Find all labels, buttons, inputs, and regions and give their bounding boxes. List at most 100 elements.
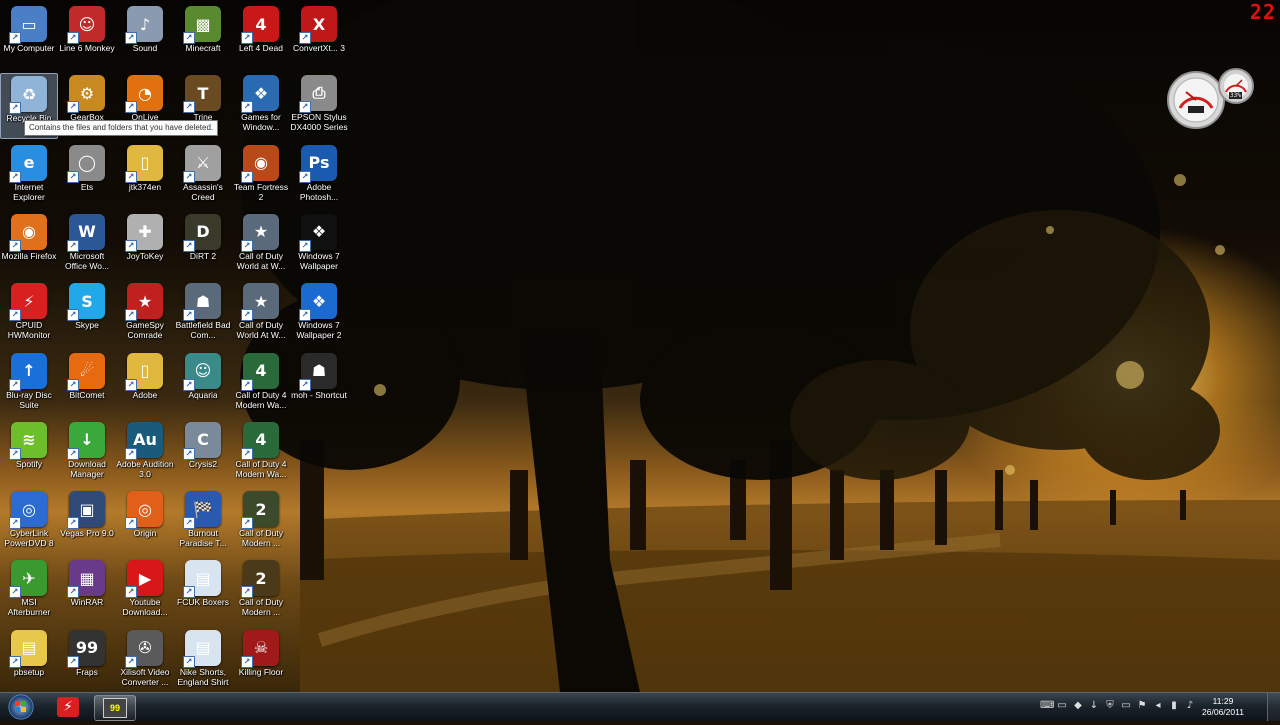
desktop-icon[interactable]: ▯ ↗ jtk374en bbox=[116, 143, 174, 209]
document-icon: ▤ ↗ bbox=[183, 560, 221, 599]
desktop-icon-label: Call of Duty Modern ... bbox=[239, 528, 283, 549]
desktop-icon[interactable]: Ps ↗ Adobe Photosh... bbox=[290, 143, 348, 209]
desktop-icon[interactable]: 99 ↗ Fraps bbox=[58, 628, 116, 694]
desktop-icon[interactable]: ▩ ↗ Minecraft bbox=[174, 4, 232, 70]
desktop-icon[interactable]: Au ↗ Adobe Audition 3.0 bbox=[116, 420, 174, 486]
shortcut-arrow-icon: ↗ bbox=[241, 517, 253, 530]
desktop-icon[interactable]: ☄ ↗ BitComet bbox=[58, 351, 116, 417]
desktop-icon[interactable]: 4 ↗ Call of Duty 4 Modern Wa... bbox=[232, 420, 290, 486]
download-icon[interactable]: ↓ bbox=[1088, 699, 1100, 713]
memory-value: 33% bbox=[1229, 92, 1242, 99]
volume-icon[interactable]: ♪ bbox=[1184, 699, 1196, 713]
shortcut-arrow-icon: ↗ bbox=[67, 517, 79, 530]
keyboard-icon[interactable]: ⌨ bbox=[1040, 699, 1054, 713]
desktop-icon[interactable]: ▣ ↗ Vegas Pro 9.0 bbox=[58, 489, 116, 555]
desktop-icon[interactable]: ↑ ↗ Blu-ray Disc Suite bbox=[0, 351, 58, 417]
desktop-icon[interactable]: 🏁 ↗ Burnout Paradise T... bbox=[174, 489, 232, 555]
cod4-icon: 4 ↗ bbox=[241, 421, 279, 460]
speaker-icon[interactable]: ◂ bbox=[1152, 699, 1164, 713]
app-icon[interactable]: ◆ bbox=[1072, 699, 1084, 713]
desktop-icon-label: Vegas Pro 9.0 bbox=[60, 528, 114, 539]
desktop-icon[interactable]: ▦ ↗ WinRAR bbox=[58, 558, 116, 624]
desktop-icon[interactable]: ▤ ↗ pbsetup bbox=[0, 628, 58, 694]
desktop-icon[interactable]: ❖ ↗ Windows 7 Wallpaper 2 bbox=[290, 281, 348, 347]
desktop-icon[interactable]: ☺ ↗ Aquaria bbox=[174, 351, 232, 417]
desktop-icon[interactable]: 2 ↗ Call of Duty Modern ... bbox=[232, 489, 290, 555]
desktop-icon-label: Fraps bbox=[76, 666, 98, 677]
desktop-icon[interactable]: ▯ ↗ Adobe bbox=[116, 351, 174, 417]
desktop-icon[interactable]: ★ ↗ Call of Duty World At W... bbox=[232, 281, 290, 347]
desktop-icon[interactable]: D ↗ DiRT 2 bbox=[174, 212, 232, 278]
desktop-icon[interactable]: ◉ ↗ Team Fortress 2 bbox=[232, 143, 290, 209]
vegas-icon: ▣ ↗ bbox=[67, 491, 105, 530]
desktop-icon[interactable]: X ↗ ConvertXt... 3 bbox=[290, 4, 348, 70]
battery-icon[interactable]: ▮ bbox=[1168, 699, 1180, 713]
show-desktop-button[interactable] bbox=[1267, 693, 1280, 721]
trine-icon: T ↗ bbox=[183, 75, 221, 114]
desktop-icon[interactable]: ♪ ↗ Sound bbox=[116, 4, 174, 70]
desktop-icon[interactable]: ▤ ↗ Nike Shorts, England Shirt bbox=[174, 628, 232, 694]
audition-icon: Au ↗ bbox=[125, 421, 163, 460]
desktop-icon-label: Spotify bbox=[16, 458, 42, 469]
flag-icon[interactable]: ⚑ bbox=[1136, 699, 1148, 713]
start-button[interactable] bbox=[4, 694, 38, 720]
assassins-creed-icon: ⚔ ↗ bbox=[183, 144, 221, 183]
shortcut-arrow-icon: ↗ bbox=[125, 170, 137, 183]
onlive-icon: ◔ ↗ bbox=[125, 75, 163, 114]
desktop-icon[interactable]: ☺ ↗ Line 6 Monkey bbox=[58, 4, 116, 70]
battlefield-icon: ☗ ↗ bbox=[183, 283, 221, 322]
desktop-icon[interactable]: ☗ ↗ moh - Shortcut bbox=[290, 351, 348, 417]
desktop-icon[interactable]: ⚡ ↗ CPUID HWMonitor bbox=[0, 281, 58, 347]
desktop-icon[interactable]: ❖ ↗ Windows 7 Wallpaper bbox=[290, 212, 348, 278]
desktop-icon[interactable]: 4 ↗ Call of Duty 4 Modern Wa... bbox=[232, 351, 290, 417]
installer-icon: ▤ ↗ bbox=[9, 629, 47, 668]
taskbar-hwmonitor-button[interactable]: ⚡ bbox=[48, 695, 88, 719]
desktop-icon[interactable]: ≋ ↗ Spotify bbox=[0, 420, 58, 486]
desktop-icon-label: Windows 7 Wallpaper 2 bbox=[296, 320, 342, 341]
desktop-icon[interactable]: ▭ ↗ My Computer bbox=[0, 4, 58, 70]
desktop-icon[interactable]: 2 ↗ Call of Duty Modern ... bbox=[232, 558, 290, 624]
desktop-icon[interactable]: ✚ ↗ JoyToKey bbox=[116, 212, 174, 278]
desktop-icon-label: CPUID HWMonitor bbox=[7, 320, 51, 341]
desktop-icon[interactable]: S ↗ Skype bbox=[58, 281, 116, 347]
shortcut-arrow-icon: ↗ bbox=[9, 655, 21, 668]
desktop-icon[interactable]: ❖ ↗ Games for Window... bbox=[232, 73, 290, 139]
hwmonitor-icon: ⚡ ↗ bbox=[9, 283, 47, 322]
desktop-icon[interactable]: e ↗ Internet Explorer bbox=[0, 143, 58, 209]
shortcut-arrow-icon: ↗ bbox=[241, 655, 253, 668]
desktop-icon[interactable]: ↓ ↗ Download Manager bbox=[58, 420, 116, 486]
fraps-icon: 99 ↗ bbox=[67, 629, 105, 668]
desktop-icon[interactable]: ◎ ↗ Origin bbox=[116, 489, 174, 555]
desktop-icon[interactable]: ✈ ↗ MSI Afterburner bbox=[0, 558, 58, 624]
shortcut-arrow-icon: ↗ bbox=[183, 378, 195, 391]
desktop-icon[interactable]: 4 ↗ Left 4 Dead bbox=[232, 4, 290, 70]
tf2-icon: ◉ ↗ bbox=[241, 144, 279, 183]
desktop-icon[interactable]: ◉ ↗ Mozilla Firefox bbox=[0, 212, 58, 278]
cpu-meter-gadget[interactable]: 29% 33% bbox=[1166, 68, 1262, 130]
desktop-icon[interactable]: C ↗ Crysis2 bbox=[174, 420, 232, 486]
desktop-icon[interactable]: ☗ ↗ Battlefield Bad Com... bbox=[174, 281, 232, 347]
desktop-icon[interactable]: ◎ ↗ CyberLink PowerDVD 8 bbox=[0, 489, 58, 555]
network-flag-icon[interactable]: ▭ bbox=[1056, 699, 1068, 713]
desktop-icon[interactable]: ☠ ↗ Killing Floor bbox=[232, 628, 290, 694]
desktop-icon[interactable]: ⎙ ↗ EPSON Stylus DX4000 Series bbox=[290, 73, 348, 139]
shortcut-arrow-icon: ↗ bbox=[241, 32, 253, 44]
aquaria-icon: ☺ ↗ bbox=[183, 352, 221, 391]
shortcut-arrow-icon: ↗ bbox=[183, 170, 195, 183]
desktop-icon[interactable]: ★ ↗ Call of Duty World at W... bbox=[232, 212, 290, 278]
desktop-icon[interactable]: ⚔ ↗ Assassin's Creed bbox=[174, 143, 232, 209]
shortcut-arrow-icon: ↗ bbox=[67, 447, 79, 460]
shield-icon[interactable]: ⛨ bbox=[1104, 699, 1116, 713]
desktop-icon[interactable]: W ↗ Microsoft Office Wo... bbox=[58, 212, 116, 278]
desktop-icon-label: CyberLink PowerDVD 8 bbox=[4, 528, 54, 549]
desktop-icon[interactable]: ◯ ↗ Ets bbox=[58, 143, 116, 209]
taskbar-clock[interactable]: 11:29 26/06/2011 bbox=[1198, 696, 1248, 718]
taskbar-fraps-button[interactable]: 99 bbox=[94, 695, 136, 721]
shortcut-arrow-icon: ↗ bbox=[67, 170, 79, 183]
desktop-icon[interactable]: ▶ ↗ Youtube Download... bbox=[116, 558, 174, 624]
shortcut-arrow-icon: ↗ bbox=[67, 239, 79, 252]
desktop-icon[interactable]: ✇ ↗ Xilisoft Video Converter ... bbox=[116, 628, 174, 694]
desktop-icon[interactable]: ★ ↗ GameSpy Comrade bbox=[116, 281, 174, 347]
folder-icon[interactable]: ▭ bbox=[1120, 699, 1132, 713]
desktop-icon[interactable]: ▤ ↗ FCUK Boxers bbox=[174, 558, 232, 624]
